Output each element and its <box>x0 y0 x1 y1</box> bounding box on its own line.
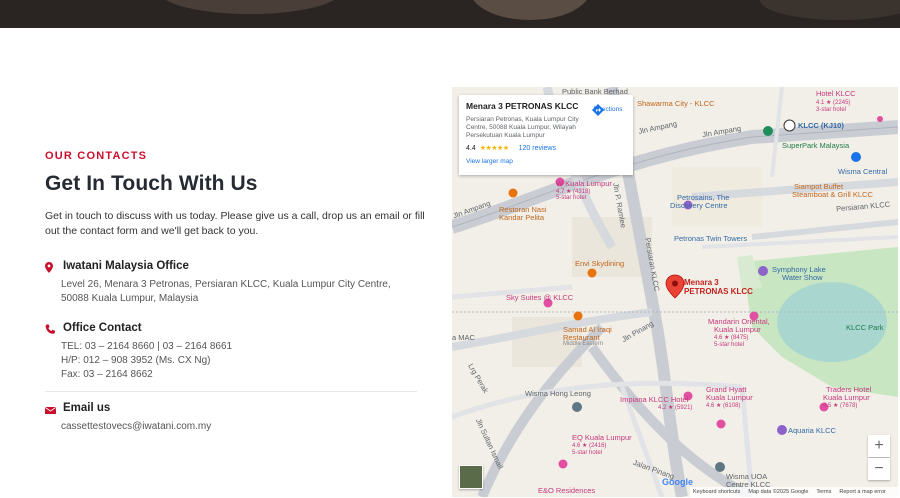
email-icon <box>45 402 56 414</box>
zoom-out-button[interactable]: − <box>868 458 890 480</box>
map-label-mandarin-class: 5-star hotel <box>714 342 745 348</box>
map-label-twin-towers: Petronas Twin Towers <box>674 234 748 243</box>
satellite-toggle[interactable] <box>459 465 483 489</box>
map-label-eq-rating: 4.6 ★ (2416) <box>572 443 607 449</box>
map-label-e-o: E&O Residences <box>538 486 596 495</box>
divider <box>45 391 417 392</box>
map-label-restoran-2: Kandar Pelita <box>499 213 545 222</box>
map-pin-label[interactable]: Menara 3 PETRONAS KLCC <box>684 278 753 296</box>
google-map-embed[interactable]: Public Bank Berhad Shawarma City - KLCC … <box>452 87 898 497</box>
map-label-hotel-klcc: Hotel KLCC <box>816 89 856 98</box>
map-label-grand-hyatt-rating: 4.6 ★ (6108) <box>706 403 741 409</box>
map-label-klcc-park: KLCC Park <box>846 323 884 332</box>
map-label-sky-suites: Sky Suites @ KLCC <box>506 293 574 302</box>
map-label-grand-hyatt-2: Kuala Lumpur <box>706 393 753 402</box>
phone-label: Office Contact <box>63 322 142 334</box>
email-label: Email us <box>63 402 111 414</box>
directions-button[interactable]: Directions <box>591 103 625 116</box>
contact-section: OUR CONTACTS Get In Touch With Us Get in… <box>45 150 425 434</box>
directions-icon <box>592 104 604 116</box>
map-label-ra-mac: a MAC <box>452 333 475 342</box>
place-rating: 4.4 <box>466 144 476 152</box>
section-intro: Get in touch to discuss with us today. P… <box>45 210 425 237</box>
map-info-card: Menara 3 PETRONAS KLCC Persiaran Petrona… <box>459 95 633 175</box>
rating-stars-icon: ★★★★★ <box>479 145 509 152</box>
map-label-w-kl: W Kuala Lumpur <box>556 179 612 188</box>
hero-image-strip <box>0 0 900 28</box>
phone-block: Office Contact TEL: 03 – 2164 8660 | 03 … <box>45 322 417 392</box>
zoom-in-button[interactable]: + <box>868 435 890 457</box>
map-label-wisma-central: Wisma Central <box>838 167 888 176</box>
map-footer: Keyboard shortcuts Map data ©2025 Google… <box>690 487 898 497</box>
terms-link[interactable]: Terms <box>816 489 831 495</box>
map-label-hotel-klcc-class: 3-star hotel <box>816 107 847 113</box>
map-label-envi: Envi Skydining <box>575 259 625 268</box>
map-label-mandarin-rating: 4.6 ★ (8475) <box>714 335 749 341</box>
map-label-mandarin-2: Kuala Lumpur <box>714 325 761 334</box>
map-data-text: Map data ©2025 Google <box>748 489 809 495</box>
map-label-w-kl-class: 5-star hotel <box>556 195 587 201</box>
map-label-eq: EQ Kuala Lumpur <box>572 433 632 442</box>
section-eyebrow: OUR CONTACTS <box>45 150 148 162</box>
map-label-petrosains-2: Discovery Centre <box>670 201 728 210</box>
email-block: Email us cassettestovecs@iwatani.com.my <box>45 402 417 434</box>
map-label-samad-3: Middle Eastern <box>563 341 604 347</box>
section-title: Get In Touch With Us <box>45 172 258 195</box>
map-label-wisma-hong-leong: Wisma Hong Leong <box>525 389 591 398</box>
map-label-shawarma: Shawarma City - KLCC <box>637 99 715 108</box>
map-label-siampot-2: Steamboat & Grill KLCC <box>792 190 873 199</box>
report-error-link[interactable]: Report a map error <box>839 489 885 495</box>
reviews-link[interactable]: 120 reviews <box>519 145 556 152</box>
map-label-impiana-rating: 4.2 ★ (5921) <box>658 405 693 411</box>
office-address-line2: 50088 Kuala Lumpur, Malaysia <box>61 293 199 304</box>
hp-line: H/P: 012 – 908 3952 (Ms. CX Ng) <box>61 355 211 366</box>
email-address[interactable]: cassettestovecs@iwatani.com.my <box>61 420 417 434</box>
office-block: Iwatani Malaysia Office Level 26, Menara… <box>45 260 417 306</box>
map-label-impiana: Impiana KLCC Hotel <box>620 395 689 404</box>
location-pin-icon <box>45 260 55 273</box>
view-larger-map-link[interactable]: View larger map <box>466 158 626 165</box>
tel-line: TEL: 03 – 2164 8660 | 03 – 2164 8661 <box>61 341 233 352</box>
map-label-klcc-station: KLCC (KJ10) <box>798 121 844 130</box>
map-label-eq-class: 5-star hotel <box>572 450 603 456</box>
fax-line: Fax: 03 – 2164 8662 <box>61 369 153 380</box>
place-address: Persiaran Petronas, Kuala Lumpur City Ce… <box>466 116 579 139</box>
map-label-traders-2: Kuala Lumpur <box>823 393 870 402</box>
phone-icon <box>45 322 55 334</box>
map-label-superpark: SuperPark Malaysia <box>782 141 850 150</box>
google-logo: Google <box>662 477 693 487</box>
map-label-symphony-2: Water Show <box>782 273 823 282</box>
map-label-aquaria: Aquaria KLCC <box>788 426 836 435</box>
office-address-line1: Level 26, Menara 3 Petronas, Persiaran K… <box>61 279 391 290</box>
map-label-traders-rating: 4.5 ★ (7678) <box>823 403 858 409</box>
map-label-w-kl-rating: 4.7 ★ (4318) <box>556 189 591 195</box>
office-label: Iwatani Malaysia Office <box>63 260 189 272</box>
keyboard-shortcuts-link[interactable]: Keyboard shortcuts <box>693 489 740 495</box>
map-label-hotel-klcc-rating: 4.1 ★ (2245) <box>816 100 851 106</box>
